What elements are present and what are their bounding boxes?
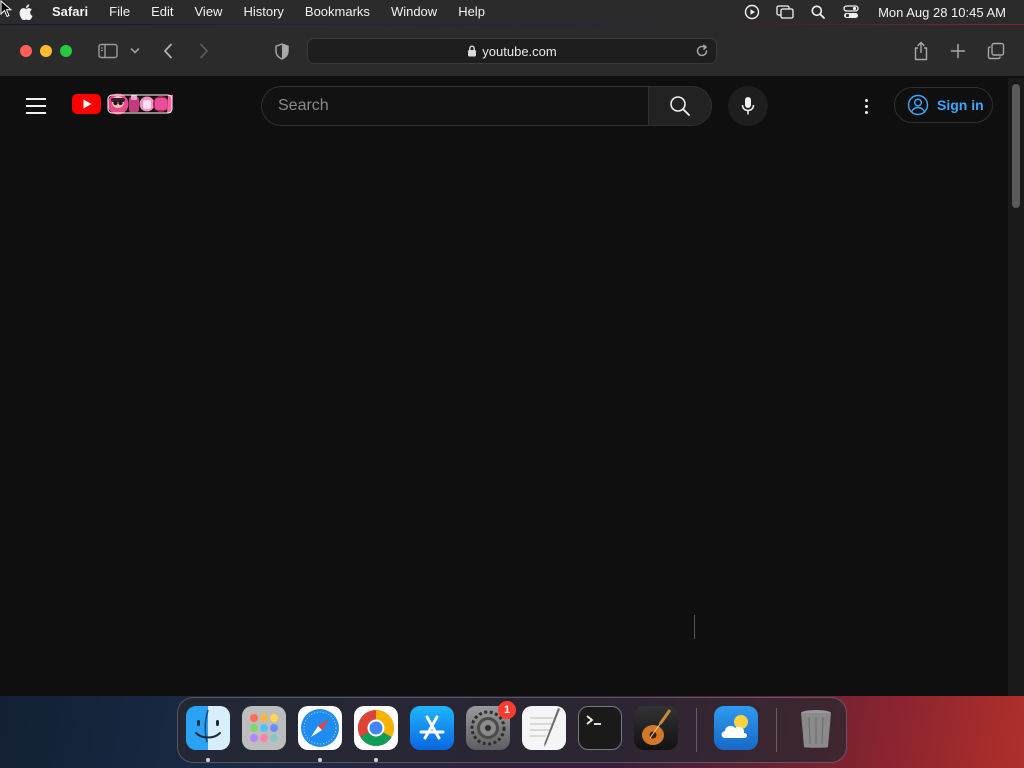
privacy-report-shield-icon[interactable]	[270, 39, 294, 63]
launchpad-icon[interactable]	[242, 706, 286, 750]
settings-more-icon[interactable]	[854, 94, 878, 118]
safari-window: youtube.com Search Sign in	[0, 25, 1024, 696]
scrollbar-thumb[interactable]	[1012, 84, 1020, 208]
menu-bar-clock[interactable]: Mon Aug 28 10:45 AM	[878, 5, 1006, 20]
menu-bar: Safari File Edit View History Bookmarks …	[0, 0, 1024, 24]
menu-help[interactable]: Help	[458, 0, 485, 24]
trash-icon[interactable]	[794, 706, 838, 750]
safari-running-indicator	[318, 758, 322, 762]
share-button[interactable]	[909, 39, 933, 63]
text-insertion-cursor	[694, 615, 695, 639]
chrome-running-indicator	[374, 758, 378, 762]
menu-history[interactable]: History	[243, 0, 283, 24]
textedit-icon[interactable]	[522, 706, 566, 750]
guide-menu-icon[interactable]	[24, 94, 48, 118]
sidebar-toggle-button[interactable]	[96, 39, 120, 63]
new-tab-button[interactable]	[946, 39, 970, 63]
page-scrollbar[interactable]	[1008, 78, 1024, 696]
menu-bar-status-area: Mon Aug 28 10:45 AM	[728, 0, 1006, 24]
account-circle-icon	[907, 94, 929, 116]
screen-mirroring-icon[interactable]	[776, 4, 794, 20]
dock-separator	[776, 708, 777, 752]
menu-window[interactable]: Window	[391, 0, 437, 24]
tab-overview-button[interactable]	[984, 39, 1008, 63]
garageband-icon[interactable]	[634, 706, 678, 750]
reload-icon[interactable]	[694, 43, 710, 59]
finder-icon[interactable]	[186, 706, 230, 750]
microphone-icon	[741, 97, 755, 115]
terminal-icon[interactable]	[578, 706, 622, 750]
safari-app-icon[interactable]	[298, 706, 342, 750]
weather-icon[interactable]	[714, 706, 758, 750]
search-icon	[670, 96, 690, 116]
tab-group-chevron-down-icon[interactable]	[124, 39, 146, 63]
youtube-doodle-logo[interactable]	[72, 92, 174, 116]
app-store-icon[interactable]	[410, 706, 454, 750]
mouse-pointer-icon	[0, 0, 12, 18]
menu-app-safari[interactable]: Safari	[52, 0, 88, 24]
chrome-icon[interactable]	[354, 706, 398, 750]
back-button[interactable]	[156, 39, 180, 63]
address-bar[interactable]: youtube.com	[307, 38, 717, 64]
search-box[interactable]	[261, 86, 649, 126]
window-minimize-button[interactable]	[40, 45, 52, 57]
menu-edit[interactable]: Edit	[151, 0, 173, 24]
spotlight-search-icon[interactable]	[809, 4, 827, 20]
youtube-page: Sign in	[0, 78, 1008, 696]
finder-running-indicator	[206, 758, 210, 762]
apple-menu-icon[interactable]	[18, 4, 34, 20]
search-button[interactable]	[648, 86, 712, 126]
dock: 1	[177, 697, 847, 763]
menu-file[interactable]: File	[109, 0, 130, 24]
screen-recording-icon[interactable]	[743, 4, 761, 20]
lock-icon	[467, 45, 477, 57]
sign-in-label: Sign in	[937, 97, 984, 113]
menu-bookmarks[interactable]: Bookmarks	[305, 0, 370, 24]
menu-view[interactable]: View	[195, 0, 223, 24]
voice-search-button[interactable]	[728, 86, 768, 126]
window-zoom-button[interactable]	[60, 45, 72, 57]
dock-separator	[696, 708, 697, 752]
safari-toolbar: youtube.com	[0, 25, 1024, 77]
window-close-button[interactable]	[20, 45, 32, 57]
search-input[interactable]	[278, 97, 649, 115]
address-url-text: youtube.com	[482, 43, 557, 59]
control-center-icon[interactable]	[842, 4, 860, 20]
sign-in-button[interactable]: Sign in	[894, 87, 993, 123]
system-settings-notification-badge: 1	[498, 701, 516, 719]
forward-button[interactable]	[192, 39, 216, 63]
